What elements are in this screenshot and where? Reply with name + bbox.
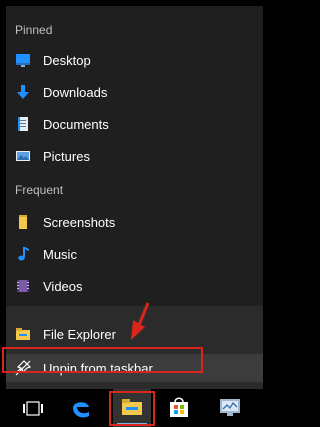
pinned-item-pictures[interactable]: Pictures [6,142,263,170]
downloads-icon [15,84,31,100]
store-button[interactable] [160,389,198,427]
pinned-header: Pinned [15,23,53,37]
action-file-explorer[interactable]: File Explorer [6,320,263,348]
control-panel-icon [219,398,241,423]
frequent-header: Frequent [15,183,64,197]
frequent-item-label: Videos [43,279,83,294]
pinned-item-downloads[interactable]: Downloads [6,78,263,106]
action-label: File Explorer [43,327,116,342]
pinned-item-label: Pictures [43,149,90,164]
pinned-item-documents[interactable]: Documents [6,110,263,138]
jump-list: Pinned Desktop Downloads Documents Pictu… [6,6,263,389]
pinned-item-label: Downloads [43,85,108,100]
control-panel-button[interactable] [211,389,249,427]
jump-list-items-panel: Pinned Desktop Downloads Documents Pictu… [6,6,263,306]
frequent-item-music[interactable]: Music [6,240,263,268]
videos-icon [15,278,31,294]
screen: Pinned Desktop Downloads Documents Pictu… [0,0,263,427]
task-view-icon [23,401,43,421]
store-icon [169,396,189,423]
folder-icon [15,214,31,230]
frequent-item-label: Music [43,247,77,262]
desktop-icon [15,52,31,68]
task-view-button[interactable] [14,389,52,427]
pinned-item-label: Documents [43,117,109,132]
pinned-item-label: Desktop [43,53,91,68]
documents-icon [15,116,31,132]
taskbar-highlight-box [109,391,155,426]
edge-icon [70,397,92,424]
frequent-item-videos[interactable]: Videos [6,272,263,300]
music-icon [15,246,31,262]
edge-button[interactable] [61,389,99,427]
pinned-item-desktop[interactable]: Desktop [6,46,263,74]
frequent-item-screenshots[interactable]: Screenshots [6,208,263,236]
pictures-icon [15,148,31,164]
file-explorer-icon [15,326,31,342]
frequent-item-label: Screenshots [43,215,116,230]
unpin-highlight-box [2,347,203,373]
